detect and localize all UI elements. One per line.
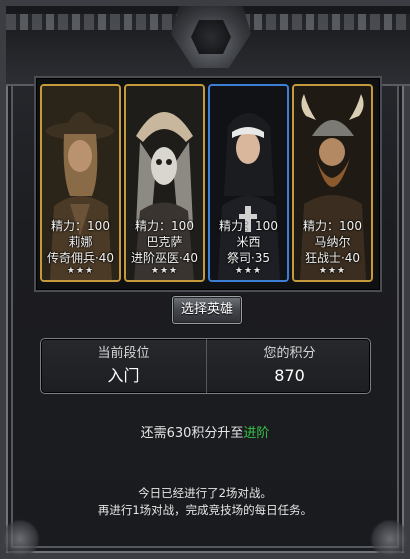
hero-star-rating: ★★★ <box>150 266 179 276</box>
hero-star-rating: ★★★ <box>66 266 95 276</box>
hero-energy: 精力：100 <box>303 219 362 233</box>
hero-class-level: 传奇佣兵·40 <box>46 251 115 265</box>
points-needed-text: 还需630积分升至进阶 <box>0 425 410 443</box>
hero-card-1[interactable]: 精力：100 莉娜 传奇佣兵·40 ★★★ <box>40 84 121 282</box>
next-rank-name: 进阶 <box>243 426 270 441</box>
hero-class-level: 进阶巫医·40 <box>130 251 199 265</box>
hero-lineup-panel: 精力：100 莉娜 传奇佣兵·40 ★★★ 精力：100 巴克萨 进阶巫医·40… <box>34 76 382 292</box>
current-rank-value: 入门 <box>107 366 140 385</box>
ornate-header <box>6 6 410 86</box>
hero-energy: 精力：100 <box>135 219 194 233</box>
hero-name: 巴克萨 <box>146 235 183 249</box>
points-needed-prefix: 还需630积分升至 <box>140 426 244 441</box>
hero-energy: 精力：100 <box>219 219 278 233</box>
daily-battles-info: 今日已经进行了2场对战。 <box>138 486 272 500</box>
emblem-center <box>191 20 231 54</box>
current-rank-section: 当前段位 入门 <box>41 339 206 393</box>
hero-energy: 精力：100 <box>51 219 110 233</box>
hero-name: 米西 <box>236 235 261 249</box>
hero-card-2[interactable]: 精力：100 巴克萨 进阶巫医·40 ★★★ <box>124 84 205 282</box>
score-value: 870 <box>274 366 305 385</box>
score-section: 您的积分 870 <box>206 339 372 393</box>
hero-class-level: 祭司·35 <box>226 251 271 265</box>
hero-star-rating: ★★★ <box>234 266 263 276</box>
rank-summary-box: 当前段位 入门 您的积分 870 <box>40 338 371 394</box>
current-rank-label: 当前段位 <box>97 346 150 361</box>
hero-name: 莉娜 <box>68 235 93 249</box>
hero-star-rating: ★★★ <box>318 266 347 276</box>
score-label: 您的积分 <box>263 346 316 361</box>
select-hero-button[interactable]: 选择英雄 <box>172 296 242 324</box>
daily-task-info: 再进行1场对战，完成竞技场的每日任务。 <box>97 503 313 517</box>
hero-name: 马纳尔 <box>314 235 351 249</box>
hero-card-4[interactable]: 精力：100 马纳尔 狂战士·40 ★★★ <box>292 84 373 282</box>
corner-ornament-left <box>0 519 40 559</box>
hero-class-level: 狂战士·40 <box>304 251 361 265</box>
corner-ornament-right <box>370 519 410 559</box>
hero-card-3[interactable]: 精力：100 米西 祭司·35 ★★★ <box>208 84 289 282</box>
